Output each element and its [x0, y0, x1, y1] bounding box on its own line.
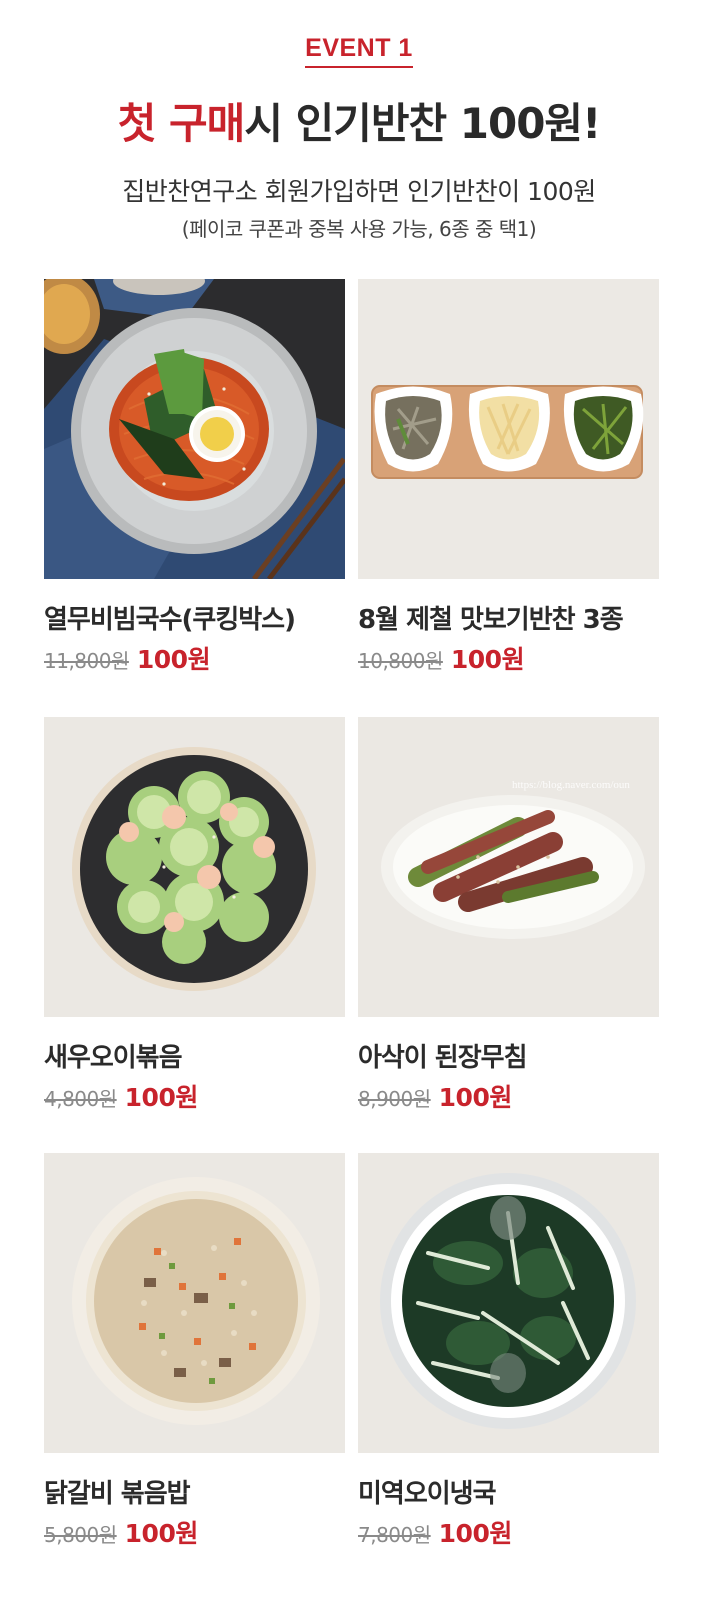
- product-card[interactable]: 열무비빔국수(쿠킹박스) 11,800원 100원: [44, 279, 345, 676]
- product-image-pepper-doenjang[interactable]: https://blog.naver.com/oun: [358, 717, 659, 1017]
- product-image-side-dish-set[interactable]: [358, 279, 659, 579]
- original-price: 8,900원: [358, 1087, 431, 1111]
- product-name[interactable]: 새우오이볶음: [44, 1037, 345, 1074]
- subtitle: 집반찬연구소 회원가입하면 인기반찬이 100원: [122, 177, 596, 206]
- event-page: EVENT 1 첫 구매시 인기반찬 100원! 집반찬연구소 회원가입하면 인…: [0, 0, 718, 1600]
- product-image-shrimp-cucumber[interactable]: [44, 717, 345, 1017]
- product-card[interactable]: 닭갈비 볶음밥 5,800원 100원: [44, 1153, 345, 1550]
- watermark: https://blog.naver.com/oun: [512, 779, 630, 791]
- product-card[interactable]: 새우오이볶음 4,800원 100원: [44, 717, 345, 1114]
- price-row: 7,800원 100원: [358, 1514, 659, 1550]
- event-label: EVENT 1: [305, 34, 413, 68]
- product-name[interactable]: 아삭이 된장무침: [358, 1037, 659, 1074]
- original-price: 10,800원: [358, 649, 443, 673]
- event-price: 100원: [438, 1519, 513, 1548]
- original-price: 11,800원: [44, 649, 129, 673]
- product-name[interactable]: 열무비빔국수(쿠킹박스): [44, 599, 345, 636]
- price-row: 4,800원 100원: [44, 1078, 345, 1114]
- event-price: 100원: [438, 1083, 513, 1112]
- event-tag: EVENT 1: [0, 34, 718, 68]
- product-name[interactable]: 8월 제철 맛보기반찬 3종: [358, 599, 659, 636]
- product-name[interactable]: 닭갈비 볶음밥: [44, 1473, 345, 1510]
- product-card[interactable]: 미역오이냉국 7,800원 100원: [358, 1153, 659, 1550]
- subtitle-note: (페이코 쿠폰과 중복 사용 가능, 6종 중 택1): [181, 217, 537, 241]
- price-row: 5,800원 100원: [44, 1514, 345, 1550]
- price-row: 10,800원 100원: [358, 640, 659, 676]
- event-price: 100원: [450, 645, 525, 674]
- product-card[interactable]: 8월 제철 맛보기반찬 3종 10,800원 100원: [358, 279, 659, 676]
- product-card[interactable]: https://blog.naver.com/oun 아삭이 된장무침 8,90…: [358, 717, 659, 1114]
- product-image-fried-rice[interactable]: [44, 1153, 345, 1453]
- event-price: 100원: [124, 1083, 199, 1112]
- product-image-seaweed-soup[interactable]: [358, 1153, 659, 1453]
- event-price: 100원: [124, 1519, 199, 1548]
- price-row: 11,800원 100원: [44, 640, 345, 676]
- original-price: 5,800원: [44, 1523, 117, 1547]
- event-price: 100원: [136, 645, 211, 674]
- headline-highlight: 첫 구매: [117, 99, 246, 148]
- original-price: 4,800원: [44, 1087, 117, 1111]
- product-image-bibim-noodles[interactable]: [44, 279, 345, 579]
- headline-rest: 시 인기반찬 100원!: [244, 99, 601, 148]
- product-name[interactable]: 미역오이냉국: [358, 1473, 659, 1510]
- price-row: 8,900원 100원: [358, 1078, 659, 1114]
- original-price: 7,800원: [358, 1523, 431, 1547]
- headline: 첫 구매시 인기반찬 100원!: [0, 90, 718, 151]
